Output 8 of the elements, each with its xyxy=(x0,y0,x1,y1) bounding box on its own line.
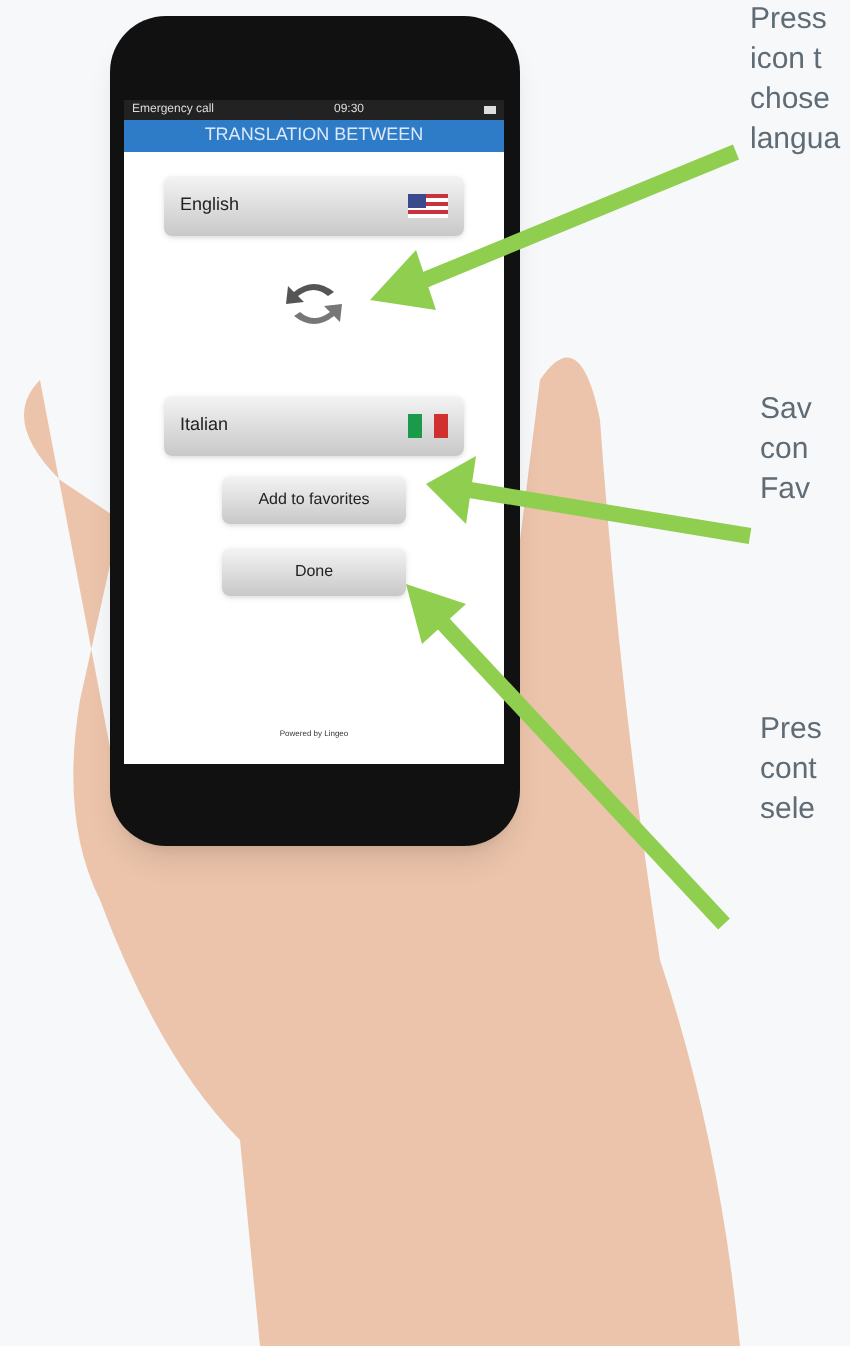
language-selector[interactable]: Italian xyxy=(164,396,464,456)
annotation-text: Pres cont sele xyxy=(760,710,822,830)
header-title: TRANSLATION BETWEEN xyxy=(204,122,424,149)
language-selector[interactable]: English xyxy=(164,176,464,236)
action-button[interactable]: Add to favorites xyxy=(222,476,406,524)
annotation-text: Press icon t chose langua xyxy=(750,0,841,160)
action-button[interactable]: Done xyxy=(222,548,406,596)
annotation-text: Sav con Fav xyxy=(760,390,812,510)
